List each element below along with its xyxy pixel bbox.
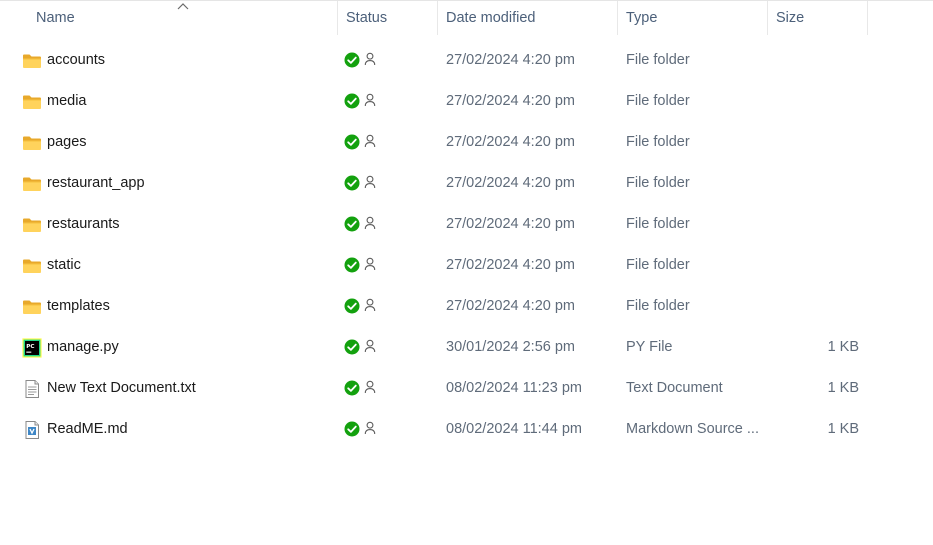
file-name[interactable]: restaurants xyxy=(47,204,332,245)
column-header-type[interactable]: Type xyxy=(618,1,768,35)
person-icon xyxy=(364,175,376,189)
date-modified: 27/02/2024 4:20 pm xyxy=(446,298,575,314)
person-icon xyxy=(364,257,376,271)
file-size: 1 KB xyxy=(827,421,859,437)
check-circle-icon xyxy=(344,216,360,232)
folder-icon xyxy=(22,92,42,112)
file-type: File folder xyxy=(626,52,690,68)
file-size: 1 KB xyxy=(827,339,859,355)
file-size: 1 KB xyxy=(827,380,859,396)
file-size xyxy=(776,40,859,81)
file-name[interactable]: restaurant_app xyxy=(47,163,332,204)
file-row[interactable]: New Text Document.txt 08/02/2024 11:23 pm… xyxy=(0,368,933,409)
person-icon xyxy=(364,380,376,394)
file-type: File folder xyxy=(626,175,690,191)
file-size xyxy=(776,286,859,327)
file-name[interactable]: media xyxy=(47,81,332,122)
date-modified: 08/02/2024 11:23 pm xyxy=(446,380,582,396)
file-type: Markdown Source ... xyxy=(626,421,759,437)
file-size xyxy=(776,122,859,163)
file-row[interactable]: pages 27/02/2024 4:20 pm File folder xyxy=(0,122,933,163)
file-row[interactable]: restaurant_app 27/02/2024 4:20 pm File fol… xyxy=(0,163,933,204)
file-type: PY File xyxy=(626,339,673,355)
check-circle-icon xyxy=(344,257,360,273)
column-header-bar: Name Status Date modified Type Size xyxy=(0,1,933,35)
file-name[interactable]: accounts xyxy=(47,40,332,81)
file-name[interactable]: ReadME.md xyxy=(47,409,332,450)
column-header-name[interactable]: Name xyxy=(28,1,338,35)
file-type: File folder xyxy=(626,257,690,273)
date-modified: 30/01/2024 2:56 pm xyxy=(446,339,575,355)
check-circle-icon xyxy=(344,134,360,150)
folder-icon xyxy=(22,133,42,153)
file-row[interactable]: PC manage.py 30/01/2024 2:56 pm PY File 1 KB xyxy=(0,327,933,368)
date-modified: 27/02/2024 4:20 pm xyxy=(446,257,575,273)
file-type: File folder xyxy=(626,93,690,109)
file-type: File folder xyxy=(626,134,690,150)
check-circle-icon xyxy=(344,52,360,68)
date-modified: 08/02/2024 11:44 pm xyxy=(446,421,582,437)
check-circle-icon xyxy=(344,421,360,437)
file-size xyxy=(776,81,859,122)
file-name[interactable]: New Text Document.txt xyxy=(47,368,332,409)
folder-icon xyxy=(22,297,42,317)
folder-icon xyxy=(22,174,42,194)
date-modified: 27/02/2024 4:20 pm xyxy=(446,52,575,68)
column-header-size[interactable]: Size xyxy=(768,1,868,35)
column-header-status[interactable]: Status xyxy=(338,1,438,35)
file-type: File folder xyxy=(626,298,690,314)
file-size xyxy=(776,245,859,286)
file-row[interactable]: ReadME.md 08/02/2024 11:44 pm Markdown Sou… xyxy=(0,409,933,450)
pycharm-file-icon: PC xyxy=(22,338,42,358)
person-icon xyxy=(364,421,376,435)
check-circle-icon xyxy=(344,93,360,109)
person-icon xyxy=(364,134,376,148)
svg-text:PC: PC xyxy=(26,344,34,350)
column-header-date-modified[interactable]: Date modified xyxy=(438,1,618,35)
file-name[interactable]: templates xyxy=(47,286,332,327)
markdown-file-icon xyxy=(22,420,42,440)
file-type: File folder xyxy=(626,216,690,232)
check-circle-icon xyxy=(344,298,360,314)
file-size xyxy=(776,163,859,204)
file-size xyxy=(776,204,859,245)
date-modified: 27/02/2024 4:20 pm xyxy=(446,93,575,109)
file-row[interactable]: media 27/02/2024 4:20 pm File folder xyxy=(0,81,933,122)
file-name[interactable]: static xyxy=(47,245,332,286)
date-modified: 27/02/2024 4:20 pm xyxy=(446,175,575,191)
folder-icon xyxy=(22,256,42,276)
date-modified: 27/02/2024 4:20 pm xyxy=(446,216,575,232)
folder-icon xyxy=(22,51,42,71)
check-circle-icon xyxy=(344,339,360,355)
person-icon xyxy=(364,52,376,66)
person-icon xyxy=(364,93,376,107)
person-icon xyxy=(364,339,376,353)
file-row[interactable]: static 27/02/2024 4:20 pm File folder xyxy=(0,245,933,286)
text-file-icon xyxy=(22,379,42,399)
file-row[interactable]: templates 27/02/2024 4:20 pm File folder xyxy=(0,286,933,327)
check-circle-icon xyxy=(344,175,360,191)
file-row[interactable]: accounts 27/02/2024 4:20 pm File folder xyxy=(0,40,933,81)
folder-icon xyxy=(22,215,42,235)
person-icon xyxy=(364,216,376,230)
file-row[interactable]: restaurants 27/02/2024 4:20 pm File folder xyxy=(0,204,933,245)
file-name[interactable]: manage.py xyxy=(47,327,332,368)
person-icon xyxy=(364,298,376,312)
file-name[interactable]: pages xyxy=(47,122,332,163)
date-modified: 27/02/2024 4:20 pm xyxy=(446,134,575,150)
file-type: Text Document xyxy=(626,380,723,396)
check-circle-icon xyxy=(344,380,360,396)
